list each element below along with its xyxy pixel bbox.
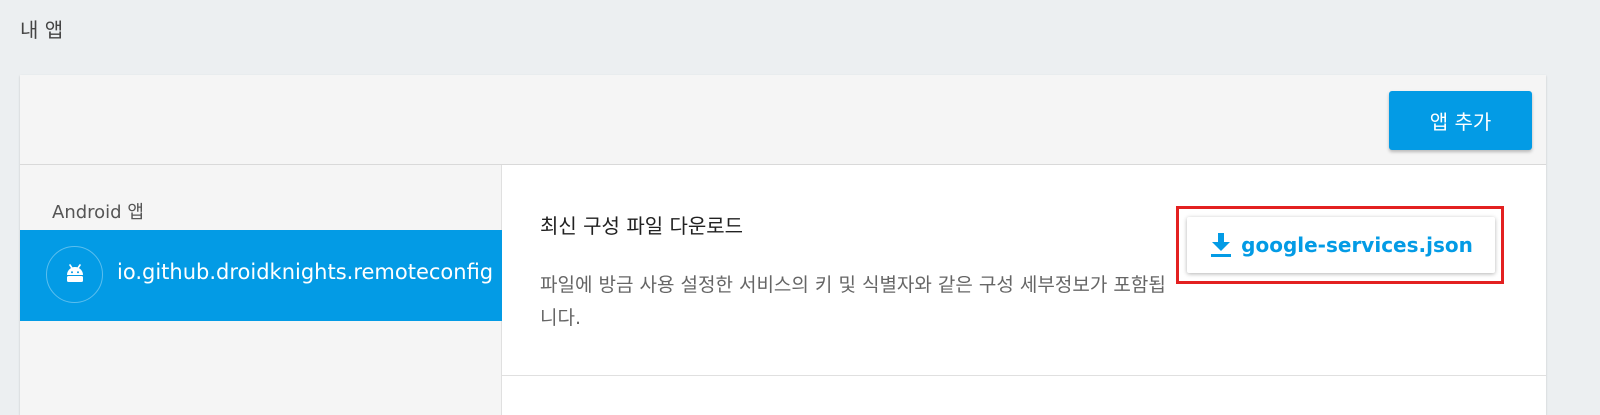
card-header: 앱 추가 <box>20 75 1546 165</box>
page-title: 내 앱 <box>20 18 64 42</box>
download-config-button[interactable]: google-services.json <box>1187 217 1495 273</box>
download-highlight-box: google-services.json <box>1176 206 1504 284</box>
section-title: 최신 구성 파일 다운로드 <box>540 214 744 238</box>
app-package-name: io.github.droidknights.remoteconfig <box>117 260 494 284</box>
apps-card: 앱 추가 Android 앱 io.github.droidknights.re… <box>20 75 1546 415</box>
app-avatar <box>46 246 103 303</box>
app-config-panel: 최신 구성 파일 다운로드 파일에 방금 사용 설정한 서비스의 키 및 식별자… <box>502 165 1546 415</box>
sidebar-heading: Android 앱 <box>52 202 144 223</box>
app-sidebar: Android 앱 io.github.droidknights.remotec… <box>20 165 502 415</box>
section-description: 파일에 방금 사용 설정한 서비스의 키 및 식별자와 같은 구성 세부정보가 … <box>540 274 1166 329</box>
android-icon <box>65 263 85 286</box>
download-icon <box>1209 232 1233 258</box>
divider <box>502 375 1546 376</box>
download-label: google-services.json <box>1241 233 1473 257</box>
add-app-button[interactable]: 앱 추가 <box>1389 91 1532 150</box>
sidebar-item-app[interactable]: io.github.droidknights.remoteconfig <box>20 230 502 321</box>
